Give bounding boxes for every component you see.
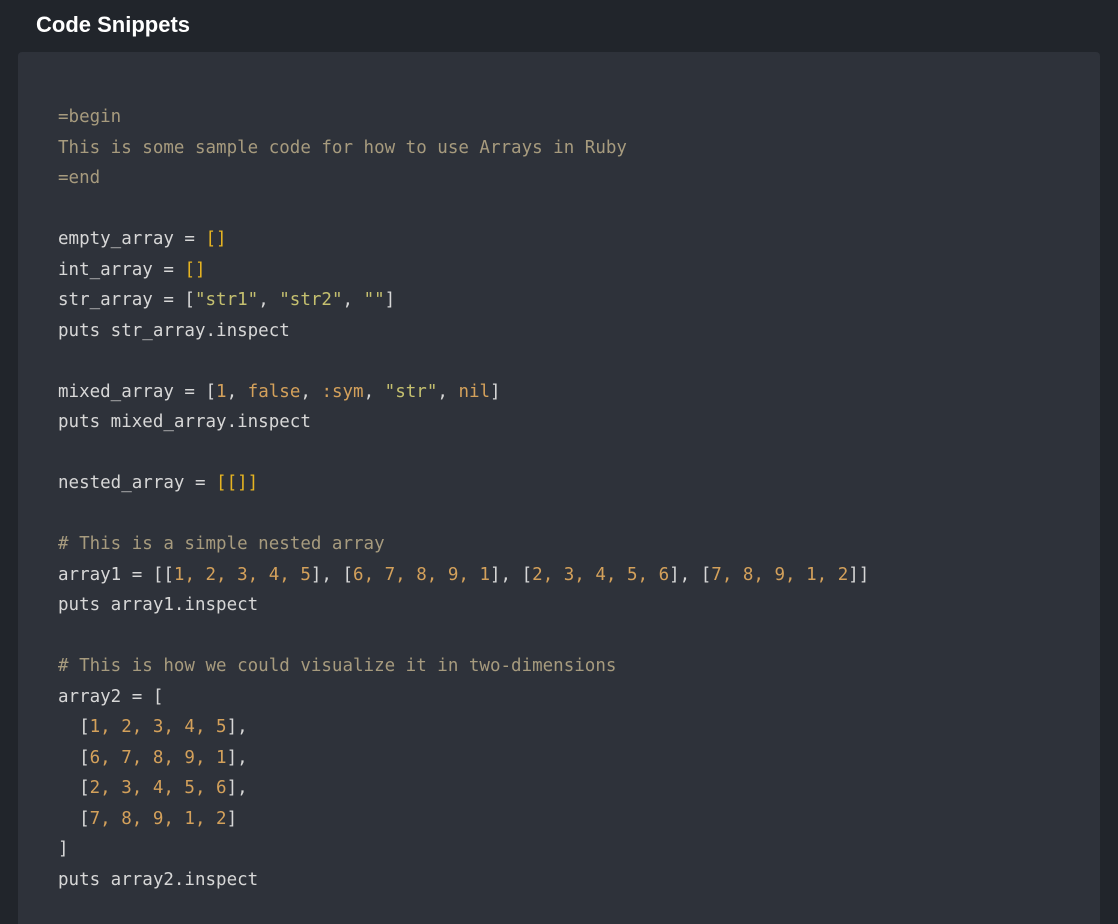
code-bracket: ], [ (311, 565, 353, 585)
code-symbol: :sym (321, 382, 363, 402)
code-bracket: [] (206, 229, 227, 249)
code-bracket: ] (490, 382, 501, 402)
code-line: puts array1.inspect (58, 595, 258, 615)
code-line: array2 = [ (58, 687, 163, 707)
code-number: 1 (216, 382, 227, 402)
code-punc: , (342, 290, 363, 310)
panel-header: Code Snippets (0, 0, 1118, 52)
code-punc: , (437, 382, 458, 402)
code-number: 1, 2, 3, 4, 5 (90, 717, 227, 737)
code-keyword: nil (458, 382, 490, 402)
code-line: puts array2.inspect (58, 870, 258, 890)
code-number: 7, 8, 9, 1, 2 (90, 809, 227, 829)
code-line: puts str_array.inspect (58, 321, 290, 341)
code-punc: , (300, 382, 321, 402)
code-comment: =end (58, 168, 100, 188)
code-line: empty_array = (58, 229, 206, 249)
code-number: 6, 7, 8, 9, 1 (353, 565, 490, 585)
code-bracket: ], (227, 748, 248, 768)
code-comment: This is some sample code for how to use … (58, 138, 627, 158)
code-number: 2, 3, 4, 5, 6 (90, 778, 227, 798)
code-string: "str2" (279, 290, 342, 310)
code-string: "str1" (195, 290, 258, 310)
code-punc: , (227, 382, 248, 402)
panel-title: Code Snippets (36, 12, 1082, 38)
code-punc: , (258, 290, 279, 310)
code-panel: =begin This is some sample code for how … (18, 52, 1100, 924)
code-bracket: [[]] (216, 473, 258, 493)
code-number: 2, 3, 4, 5, 6 (532, 565, 669, 585)
code-number: 1, 2, 3, 4, 5 (174, 565, 311, 585)
code-line: str_array = [ (58, 290, 195, 310)
code-keyword: false (248, 382, 301, 402)
code-bracket: ] (385, 290, 396, 310)
code-line: nested_array = (58, 473, 216, 493)
code-comment: =begin (58, 107, 121, 127)
code-string: "" (364, 290, 385, 310)
code-string: "str" (385, 382, 438, 402)
code-bracket: [ (58, 717, 90, 737)
code-punc: , (364, 382, 385, 402)
code-line: array1 = [[ (58, 565, 174, 585)
code-number: 7, 8, 9, 1, 2 (711, 565, 848, 585)
code-bracket: ], [ (669, 565, 711, 585)
code-bracket: [ (58, 748, 90, 768)
code-number: 6, 7, 8, 9, 1 (90, 748, 227, 768)
code-bracket: ], (227, 778, 248, 798)
code-line: mixed_array = [ (58, 382, 216, 402)
code-bracket: ], (227, 717, 248, 737)
code-bracket: ] (227, 809, 238, 829)
code-bracket: [] (184, 260, 205, 280)
code-bracket: ]] (848, 565, 869, 585)
code-bracket: ], [ (490, 565, 532, 585)
code-line: int_array = (58, 260, 184, 280)
code-line: ] (58, 839, 69, 859)
code-block: =begin This is some sample code for how … (58, 102, 1060, 895)
code-bracket: [ (58, 778, 90, 798)
code-line: puts mixed_array.inspect (58, 412, 311, 432)
code-bracket: [ (58, 809, 90, 829)
code-comment: # This is a simple nested array (58, 534, 385, 554)
code-comment: # This is how we could visualize it in t… (58, 656, 616, 676)
